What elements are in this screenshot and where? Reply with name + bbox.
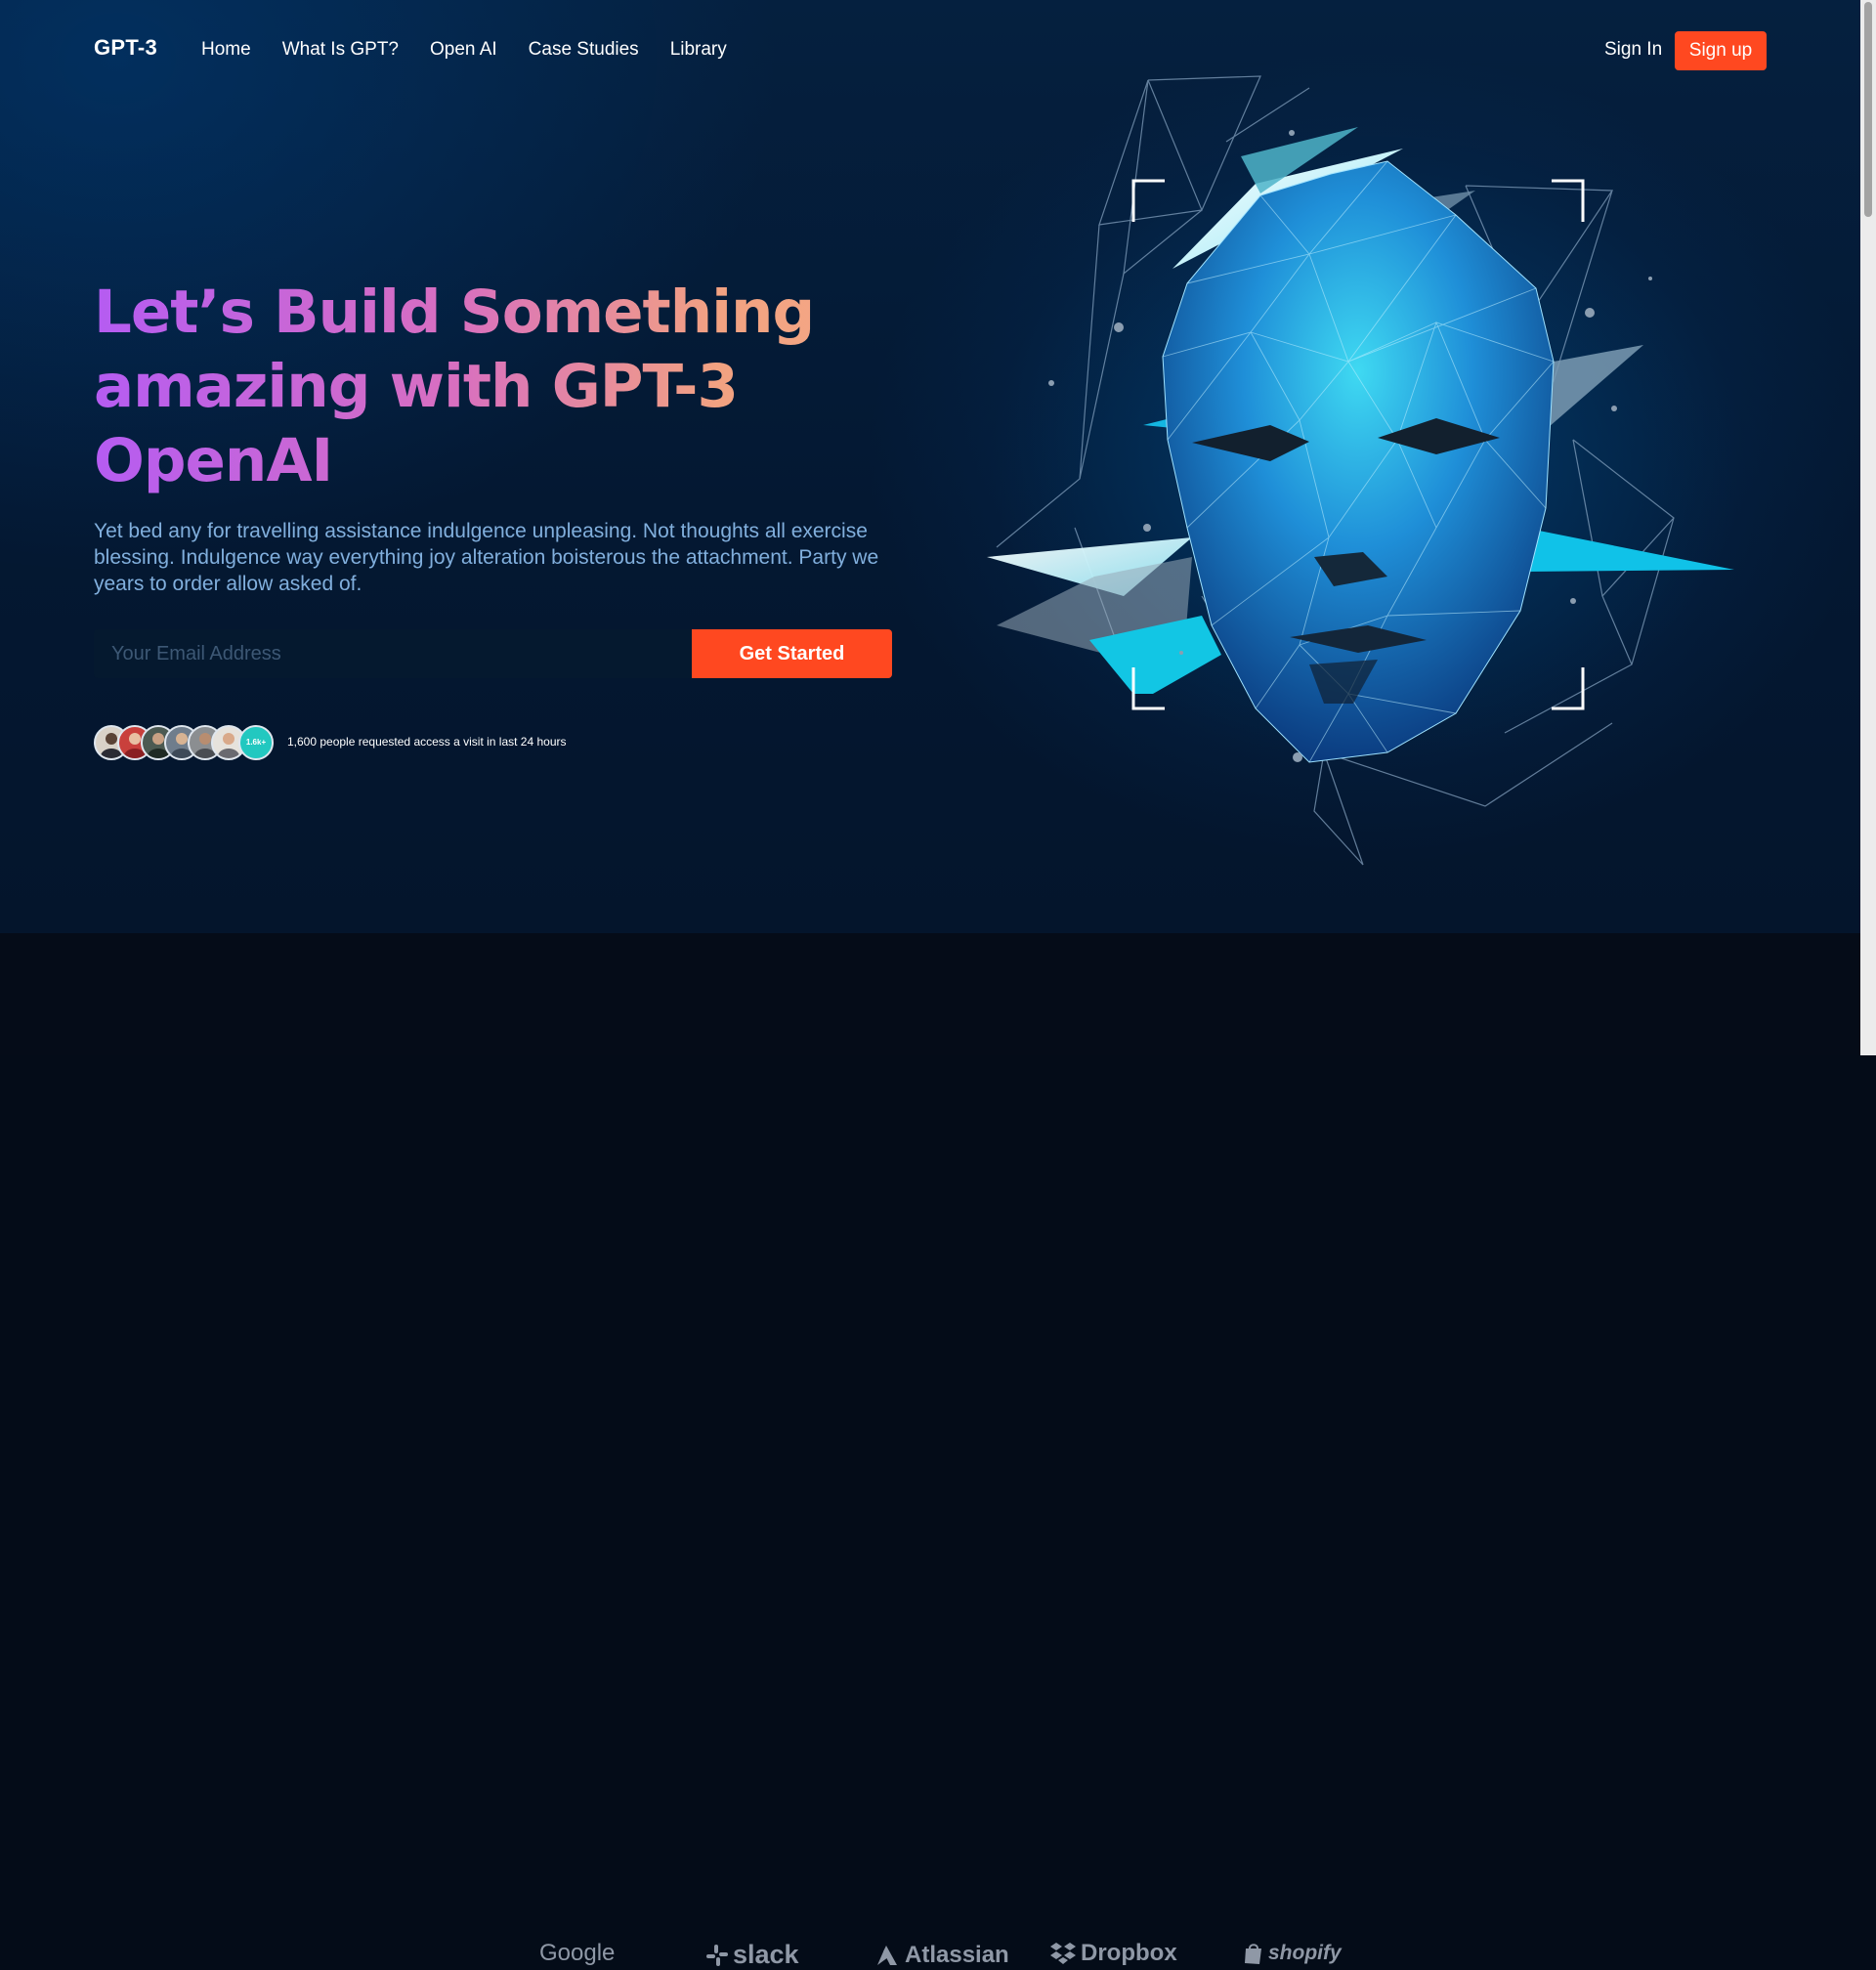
nav-what-is-gpt[interactable]: What Is GPT? [282,39,399,61]
avatar-count-badge: 1.6k+ [238,725,274,760]
cyan-shard [1524,528,1734,572]
sign-in-link[interactable]: Sign In [1604,39,1662,61]
shopify-bag-icon [1245,1944,1261,1964]
nav-home[interactable]: Home [201,39,251,61]
sign-up-button[interactable]: Sign up [1675,31,1767,70]
logo[interactable]: GPT-3 [94,35,157,61]
email-input[interactable] [94,629,692,678]
avatar-stack: 1.6k+ [94,725,279,760]
page-scrollbar[interactable] [1860,0,1876,1055]
brand-slack: slack [705,1940,799,1970]
brand-dropbox: Dropbox [1049,1940,1177,1967]
nav-open-ai[interactable]: Open AI [430,39,497,61]
ai-face-illustration [987,75,1734,866]
main-nav: Home What Is GPT? Open AI Case Studies L… [201,39,727,61]
slack-icon [706,1944,728,1966]
atlassian-icon [877,1946,897,1965]
brand-google: Google [539,1940,616,1966]
access-requests-text: 1,600 people requested access a visit in… [287,735,567,749]
brands-strip: Google slack Atlassian Dropbox shopify [0,933,1860,1969]
dropbox-icon [1050,1943,1076,1964]
nav-case-studies[interactable]: Case Studies [529,39,639,61]
brand-shopify: shopify [1243,1942,1342,1965]
hero-description: Yet bed any for travelling assistance in… [94,520,879,595]
hero-section: GPT-3 Home What Is GPT? Open AI Case Stu… [0,0,1860,933]
get-started-button[interactable]: Get Started [692,629,892,678]
nav-library[interactable]: Library [670,39,727,61]
hero-headline: Let’s Build Something amazing with GPT-3… [94,276,895,498]
scrollbar-thumb[interactable] [1864,2,1872,217]
brand-atlassian: Atlassian [875,1942,1009,1969]
